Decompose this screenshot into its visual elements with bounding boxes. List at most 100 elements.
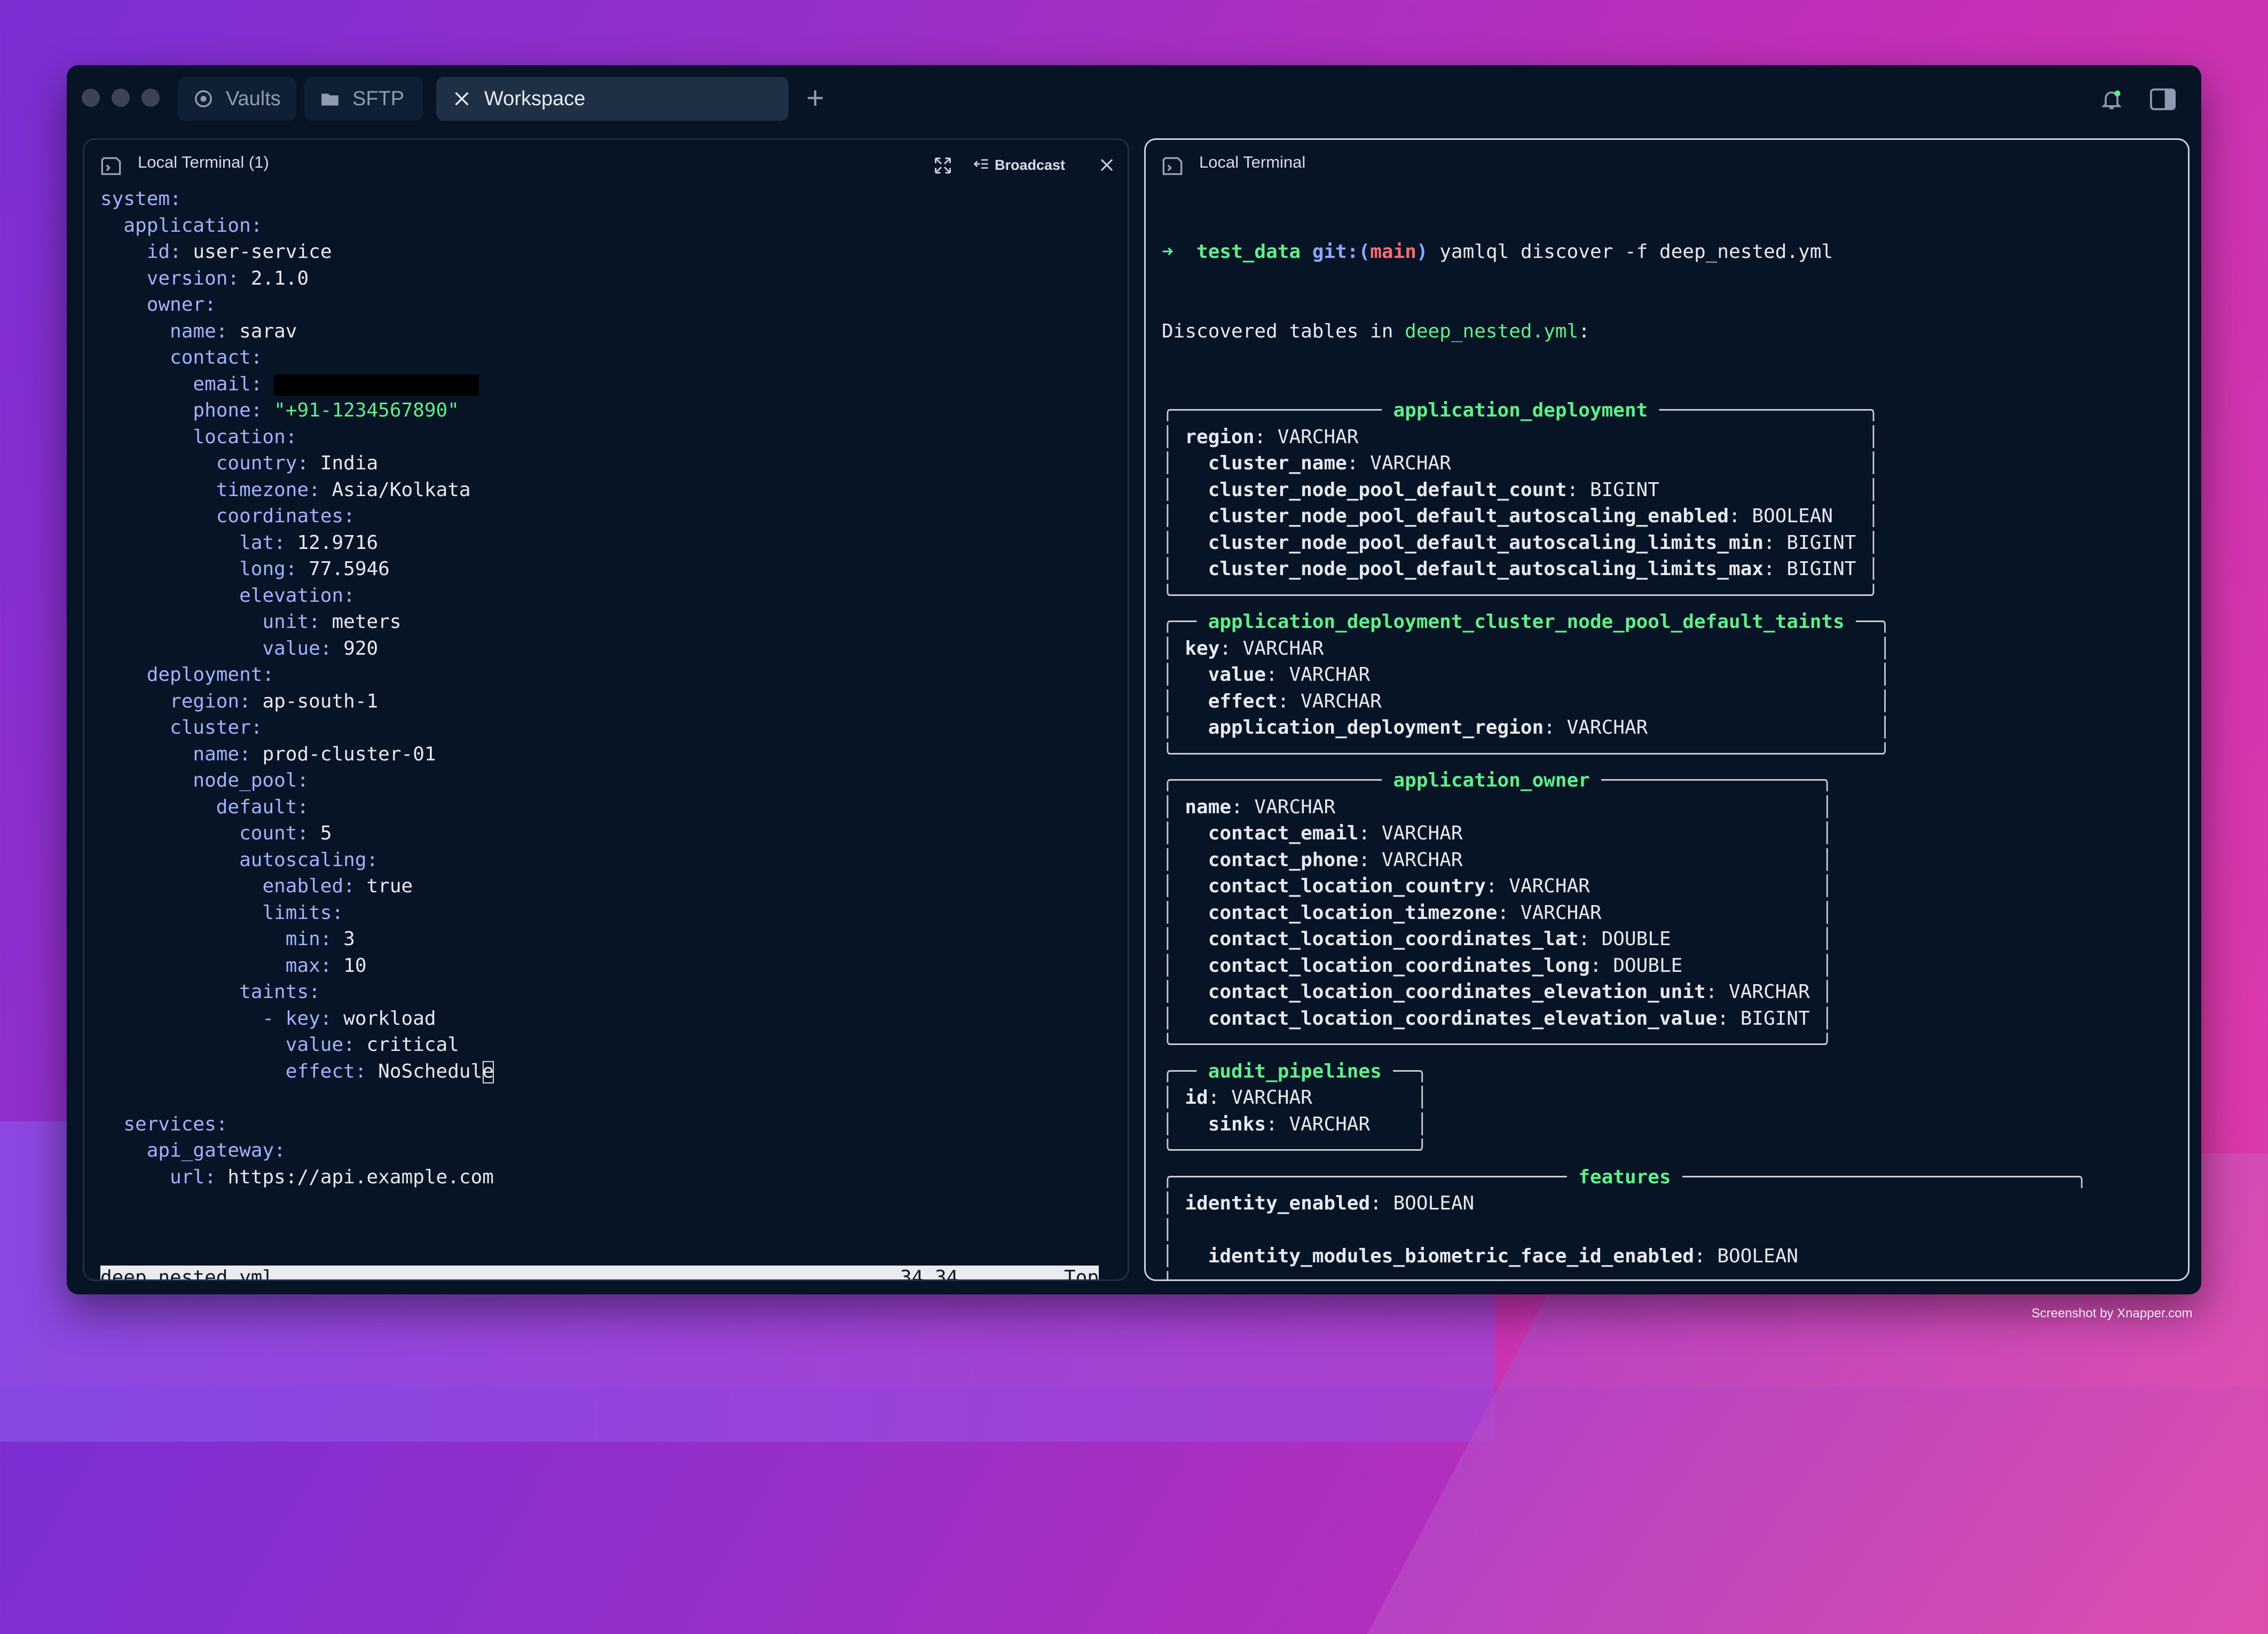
yaml-line: phone: "+91-1234567890"	[100, 397, 494, 424]
yaml-line: count: 5	[100, 820, 494, 847]
yaml-value: 920	[332, 637, 379, 659]
column-name: cluster_node_pool_default_autoscaling_li…	[1208, 531, 1764, 554]
screenshot-credit: Screenshot by Xnapper.com	[2031, 1306, 2193, 1321]
yaml-line: deployment:	[100, 662, 494, 688]
table-column-row: │ effect: VARCHAR │	[1162, 690, 1891, 712]
table-column-row: │ region: VARCHAR │	[1162, 426, 1879, 448]
terminal-output[interactable]: ➜ test_data git:(main) yamlql discover -…	[1162, 186, 2088, 1279]
yaml-value: meters	[320, 611, 401, 633]
redacted-value	[274, 374, 479, 396]
pane-header: Local Terminal (1) Broadcast	[84, 140, 1128, 191]
column-type: BOOLEAN	[1752, 505, 1833, 527]
yaml-key: system:	[100, 188, 182, 210]
tab-vaults[interactable]: Vaults	[178, 77, 296, 121]
status-scroll: Top	[1064, 1267, 1099, 1281]
yaml-value: 77.5946	[297, 558, 390, 580]
table-title: application_deployment	[1393, 399, 1648, 421]
column-type: VARCHAR	[1520, 901, 1602, 924]
discovered-file: deep_nested.yml	[1405, 320, 1579, 342]
column-name: cluster_node_pool_default_autoscaling_en…	[1208, 505, 1729, 527]
close-pane-icon[interactable]	[1099, 157, 1116, 174]
text-cursor	[482, 1060, 494, 1083]
window-close-button[interactable]	[82, 89, 100, 107]
yaml-key: cluster:	[170, 717, 263, 739]
app-window: Vaults SFTP Workspace + Local Terminal (…	[67, 65, 2201, 1294]
column-type: VARCHAR	[1370, 452, 1451, 474]
yaml-value: Asia/Kolkata	[320, 478, 471, 501]
table-box: ╭────────────────── application_owner ──…	[1162, 767, 2088, 1058]
tab-workspace[interactable]: Workspace	[436, 77, 789, 121]
yaml-key: url:	[170, 1166, 216, 1188]
tab-sftp[interactable]: SFTP	[304, 77, 423, 121]
yaml-key: coordinates:	[216, 505, 355, 527]
column-type: VARCHAR	[1301, 690, 1382, 712]
column-name: contact_location_coordinates_elevation_u…	[1208, 981, 1706, 1003]
tab-label: Vaults	[226, 87, 281, 110]
yaml-line: region: ap-south-1	[100, 688, 494, 715]
column-name: sinks	[1208, 1113, 1266, 1135]
column-type: BOOLEAN	[1717, 1245, 1799, 1267]
yaml-key: - key:	[262, 1007, 332, 1030]
table-column-row: │ application_deployment_region: VARCHAR…	[1162, 717, 1891, 739]
column-type: BIGINT	[1786, 531, 1856, 554]
yaml-key: value:	[262, 637, 332, 659]
folder-icon	[319, 88, 341, 109]
yaml-key: deployment:	[146, 664, 274, 686]
yaml-line: version: 2.1.0	[100, 265, 494, 292]
yaml-line: system:	[100, 186, 494, 213]
yaml-editor[interactable]: system: application: id: user-service ve…	[100, 186, 494, 1190]
table-title: audit_pipelines	[1208, 1060, 1382, 1082]
column-type: DOUBLE	[1613, 954, 1683, 977]
yaml-line: max: 10	[100, 953, 494, 979]
column-name: contact_location_coordinates_lat	[1208, 928, 1579, 950]
yaml-key: country:	[216, 452, 309, 474]
column-type: VARCHAR	[1289, 1113, 1371, 1135]
window-zoom-button[interactable]	[141, 89, 160, 107]
column-name: identity_modules_biometric_face_id_enabl…	[1208, 1245, 1695, 1267]
table-column-row: │ contact_phone: VARCHAR │	[1162, 849, 1833, 871]
column-type: DOUBLE	[1601, 928, 1671, 950]
yaml-key: id:	[146, 241, 182, 263]
yaml-value: "+91-1234567890"	[262, 399, 459, 421]
yaml-line: email:	[100, 371, 494, 398]
table-column-row: │ key: VARCHAR │	[1162, 637, 1891, 659]
table-column-row: │ cluster_node_pool_default_autoscaling_…	[1162, 558, 1879, 580]
yaml-line: limits:	[100, 900, 494, 926]
yaml-key: owner:	[146, 294, 216, 316]
column-type: BIGINT	[1589, 478, 1659, 501]
table-column-row: │ cluster_node_pool_default_count: BIGIN…	[1162, 478, 1879, 501]
broadcast-icon	[973, 156, 989, 175]
table-box: ╭────────────────── application_deployme…	[1162, 397, 2088, 609]
yaml-value: critical	[355, 1034, 459, 1056]
status-filename: deep_nested.yml	[100, 1267, 274, 1281]
column-type: VARCHAR	[1289, 664, 1371, 686]
window-minimize-button[interactable]	[112, 89, 130, 107]
table-column-row: │ cluster_node_pool_default_autoscaling_…	[1162, 505, 1879, 527]
column-name: cluster_name	[1208, 452, 1347, 474]
new-tab-button[interactable]: +	[806, 81, 824, 115]
right-terminal-pane[interactable]: Local Terminal ➜ test_data git:(main) ya…	[1144, 138, 2190, 1281]
vim-status-line: deep_nested.yml 34,34 Top	[100, 1266, 1099, 1281]
close-icon[interactable]	[451, 88, 472, 109]
column-name: contact_location_coordinates_long	[1208, 954, 1590, 977]
broadcast-button[interactable]: Broadcast	[973, 153, 1065, 177]
column-type: VARCHAR	[1381, 849, 1463, 871]
bell-icon[interactable]	[2098, 85, 2125, 113]
yaml-line: name: sarav	[100, 318, 494, 345]
column-name: region	[1185, 426, 1255, 448]
left-terminal-pane[interactable]: Local Terminal (1) Broadcast system: app…	[83, 138, 1129, 1281]
prompt-command: yamlql discover -f deep_nested.yml	[1428, 241, 1833, 263]
table-box: ╭── audit_pipelines ──╮ │ id: VARCHAR │ │ …	[1162, 1058, 2088, 1164]
expand-icon[interactable]	[933, 156, 952, 175]
column-type: VARCHAR	[1729, 981, 1810, 1003]
yaml-value: user-service	[181, 241, 332, 263]
yaml-line: - key: workload	[100, 1005, 494, 1032]
yaml-value: 12.9716	[285, 531, 379, 554]
sidebar-toggle-icon[interactable]	[2149, 85, 2177, 113]
column-name: application_deployment_region	[1208, 717, 1544, 739]
tab-bar: Vaults SFTP Workspace +	[67, 65, 2201, 132]
column-name: cluster_node_pool_default_count	[1208, 478, 1567, 501]
discovered-suffix: :	[1578, 320, 1590, 342]
yaml-line: value: 920	[100, 635, 494, 662]
column-type: VARCHAR	[1566, 717, 1648, 739]
